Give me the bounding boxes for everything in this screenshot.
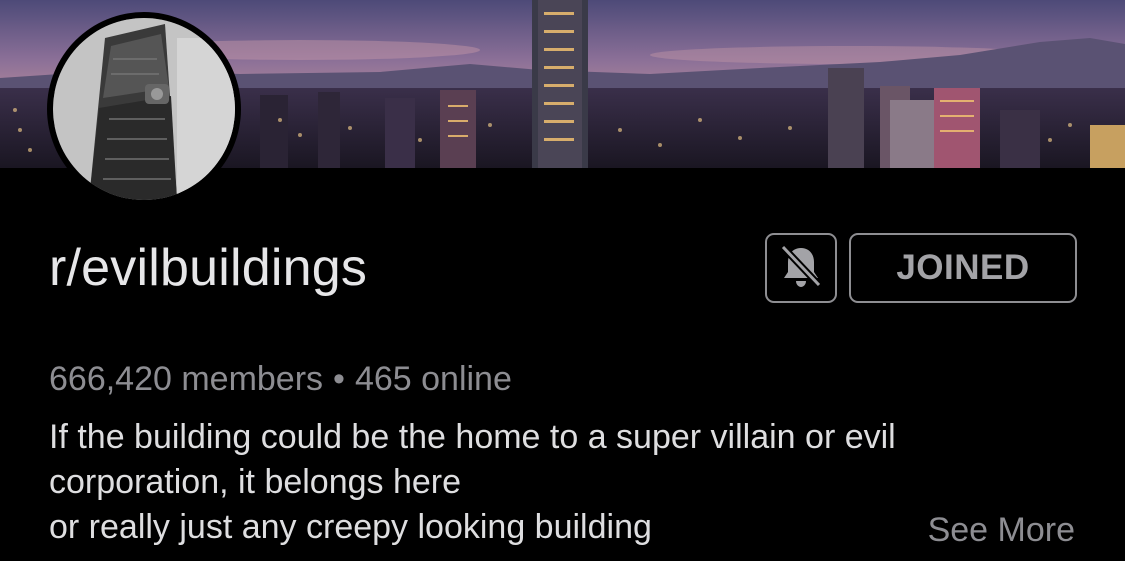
community-stats: 666,420 members • 465 online [49, 358, 512, 400]
description-line: If the building could be the home to a s… [49, 418, 896, 456]
bell-off-icon [779, 243, 823, 294]
community-name: r/evilbuildings [49, 239, 368, 297]
online-count: 465 online [354, 360, 512, 398]
description-line: or really just any creepy looking buildi… [49, 508, 652, 546]
avatar-image [53, 18, 235, 200]
community-avatar[interactable] [47, 12, 241, 206]
notifications-toggle-button[interactable] [765, 233, 837, 303]
stats-separator: • [333, 360, 345, 398]
community-description: If the building could be the home to a s… [49, 415, 1069, 550]
description-line: corporation, it belongs here [49, 463, 462, 501]
see-more-link[interactable]: See More [928, 508, 1075, 553]
member-count: 666,420 members [49, 360, 324, 398]
joined-button[interactable]: JOINED [849, 233, 1077, 303]
